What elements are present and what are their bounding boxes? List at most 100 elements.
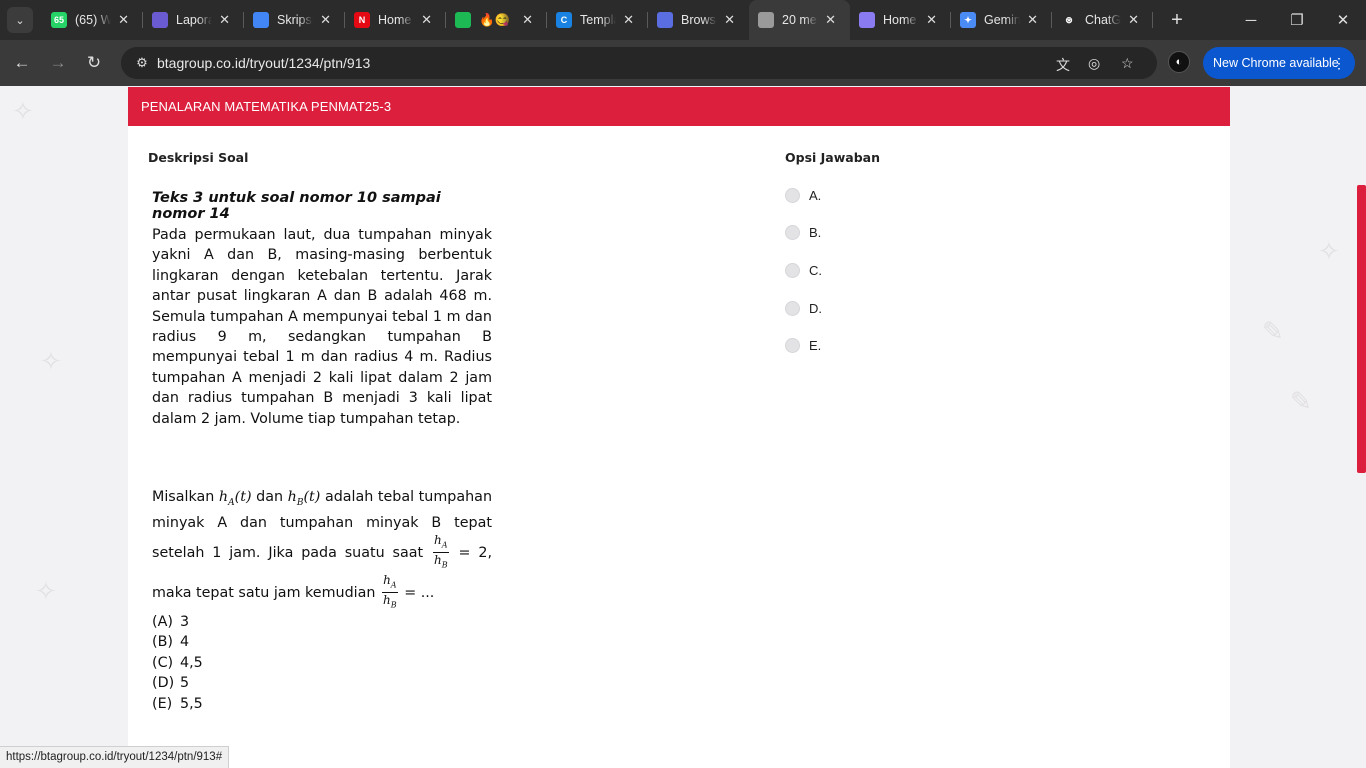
more-menu-icon[interactable]: ⋮ [1332, 55, 1346, 72]
answer-option[interactable]: D. [785, 301, 822, 316]
tab-title: Skripsi [277, 13, 313, 27]
prompt-text: = ... [404, 584, 435, 601]
tab-title: (65) WhatsApp [75, 13, 111, 27]
browser-tab[interactable]: C Template ✕ [547, 0, 648, 40]
close-tab-icon[interactable]: ✕ [1027, 12, 1038, 28]
prompt-text: Misalkan [152, 489, 215, 505]
answer-label: A. [809, 188, 822, 203]
option-letter: (C) [152, 654, 174, 671]
url-text[interactable]: btagroup.co.id/tryout/1234/ptn/913 [157, 55, 370, 71]
browser-tab[interactable]: ⊛ ChatGPT ✕ [1052, 0, 1153, 40]
close-icon: ✕ [1336, 12, 1350, 29]
option-letter: (D) [152, 675, 175, 692]
reload-button[interactable]: ↻ [76, 45, 112, 81]
answer-option[interactable]: C. [785, 263, 822, 278]
math-hA: hA(t) [218, 489, 252, 508]
close-tab-icon[interactable]: ✕ [623, 12, 634, 28]
question-card: PENALARAN MATEMATIKA PENMAT25-3 Deskrips… [128, 87, 1230, 768]
browser-tab[interactable]: Laporan ✕ [143, 0, 244, 40]
docs-icon [253, 12, 269, 28]
back-button[interactable]: ← [4, 45, 40, 81]
browser-tab[interactable]: Skripsi ✕ [244, 0, 345, 40]
minimize-button[interactable]: ─ [1228, 0, 1274, 40]
eye-off-icon[interactable]: ◎ [1088, 55, 1100, 72]
radio-button[interactable] [785, 338, 800, 353]
minimize-icon: ─ [1245, 11, 1257, 29]
close-tab-icon[interactable]: ✕ [522, 12, 533, 28]
star-decoration-icon: ✧ [12, 96, 34, 126]
answer-option[interactable]: A. [785, 188, 821, 203]
restore-button[interactable]: ❐ [1274, 0, 1320, 40]
browser-tab[interactable]: ✦ Gemini ✕ [951, 0, 1052, 40]
radio-button[interactable] [785, 263, 800, 278]
radio-button[interactable] [785, 225, 800, 240]
whatsapp-icon: 65 [51, 12, 67, 28]
tryout-site-icon [758, 12, 774, 28]
answers-title: Opsi Jawaban [785, 150, 881, 165]
close-tab-icon[interactable]: ✕ [724, 12, 735, 28]
answer-label: D. [809, 301, 822, 316]
question-option: (C) 4,5 [152, 653, 203, 673]
tab-title: 🔥😋 [479, 12, 511, 27]
answer-option[interactable]: B. [785, 225, 821, 240]
close-tab-icon[interactable]: ✕ [421, 12, 432, 28]
close-tab-icon[interactable]: ✕ [118, 12, 129, 28]
new-tab-button[interactable]: + [1165, 9, 1189, 32]
pin-decoration-icon: ✎ [1290, 386, 1312, 416]
arrow-right-icon: → [49, 53, 67, 72]
address-bar[interactable]: ⚙ btagroup.co.id/tryout/1234/ptn/913 文 ◎… [121, 47, 1157, 79]
radio-button[interactable] [785, 188, 800, 203]
update-chrome-button[interactable]: New Chrome available ⋮ [1203, 47, 1355, 79]
status-bar-url: https://btagroup.co.id/tryout/1234/ptn/9… [0, 746, 230, 768]
question-option: (D) 5 [152, 673, 203, 693]
star-decoration-icon: ✧ [1318, 236, 1340, 266]
site-settings-icon[interactable]: ⚙ [127, 55, 157, 71]
browse-app-icon [657, 12, 673, 28]
forward-button[interactable]: → [40, 45, 76, 81]
option-letter: (E) [152, 695, 173, 712]
tab-list: 65(65) WhatsApp✕Laporan✕Skripsi✕NHome✕🔥😋… [42, 0, 1153, 40]
profile-avatar[interactable]: ◐ [1168, 51, 1190, 73]
tab-title: Home [378, 13, 412, 27]
tab-search-button[interactable]: ⌄ [7, 7, 33, 33]
restore-icon: ❐ [1290, 12, 1304, 29]
spotify-icon [455, 12, 471, 28]
browser-tab[interactable]: Browse ✕ [648, 0, 749, 40]
browser-tab[interactable]: 20 menit ✕ [749, 0, 850, 40]
option-letter: (B) [152, 634, 173, 651]
translate-icon[interactable]: 文 [1056, 55, 1070, 75]
update-label: New Chrome available [1213, 56, 1339, 70]
option-value: 4 [180, 634, 190, 651]
page-viewport: ✧ ✧ ✧ ✧ ✎ ✎ PENALARAN MATEMATIKA PENMAT2… [0, 86, 1366, 768]
fraction-hA-hB: hA hB [433, 532, 449, 570]
question-paragraph: Pada permukaan laut, dua tumpahan minyak… [152, 227, 492, 427]
pin-decoration-icon: ✎ [1262, 316, 1284, 346]
browser-tab[interactable]: 🔥😋 ✕ [446, 0, 547, 40]
canva-icon: C [556, 12, 572, 28]
answer-option[interactable]: E. [785, 338, 821, 353]
close-tab-icon[interactable]: ✕ [825, 12, 836, 28]
tab-title: 20 menit [782, 13, 818, 27]
answer-label: B. [809, 225, 822, 240]
close-window-button[interactable]: ✕ [1320, 0, 1366, 40]
close-tab-icon[interactable]: ✕ [219, 12, 230, 28]
math-hB: hB(t) [287, 489, 321, 508]
tab-title: Laporan [176, 13, 212, 27]
reload-icon: ↻ [86, 53, 102, 72]
cube-icon [859, 12, 875, 28]
browser-tab[interactable]: 65 (65) WhatsApp ✕ [42, 0, 143, 40]
option-value: 4,5 [180, 654, 203, 671]
arrow-left-icon: ← [13, 53, 31, 72]
star-icon[interactable]: ☆ [1121, 55, 1134, 72]
question-options-list: (A) 3 (B) 4 (C) 4,5 (D) 5 (E) 5,5 [152, 612, 203, 714]
close-tab-icon[interactable]: ✕ [1128, 12, 1139, 28]
answer-label: E. [809, 338, 822, 353]
browser-tab[interactable]: N Home ✕ [345, 0, 446, 40]
page-scrollbar[interactable] [1357, 185, 1366, 473]
browser-tab[interactable]: Home ✕ [850, 0, 951, 40]
close-tab-icon[interactable]: ✕ [926, 12, 937, 28]
tab-title: ChatGPT [1085, 13, 1121, 27]
question-option: (E) 5,5 [152, 694, 203, 714]
close-tab-icon[interactable]: ✕ [320, 12, 331, 28]
radio-button[interactable] [785, 301, 800, 316]
